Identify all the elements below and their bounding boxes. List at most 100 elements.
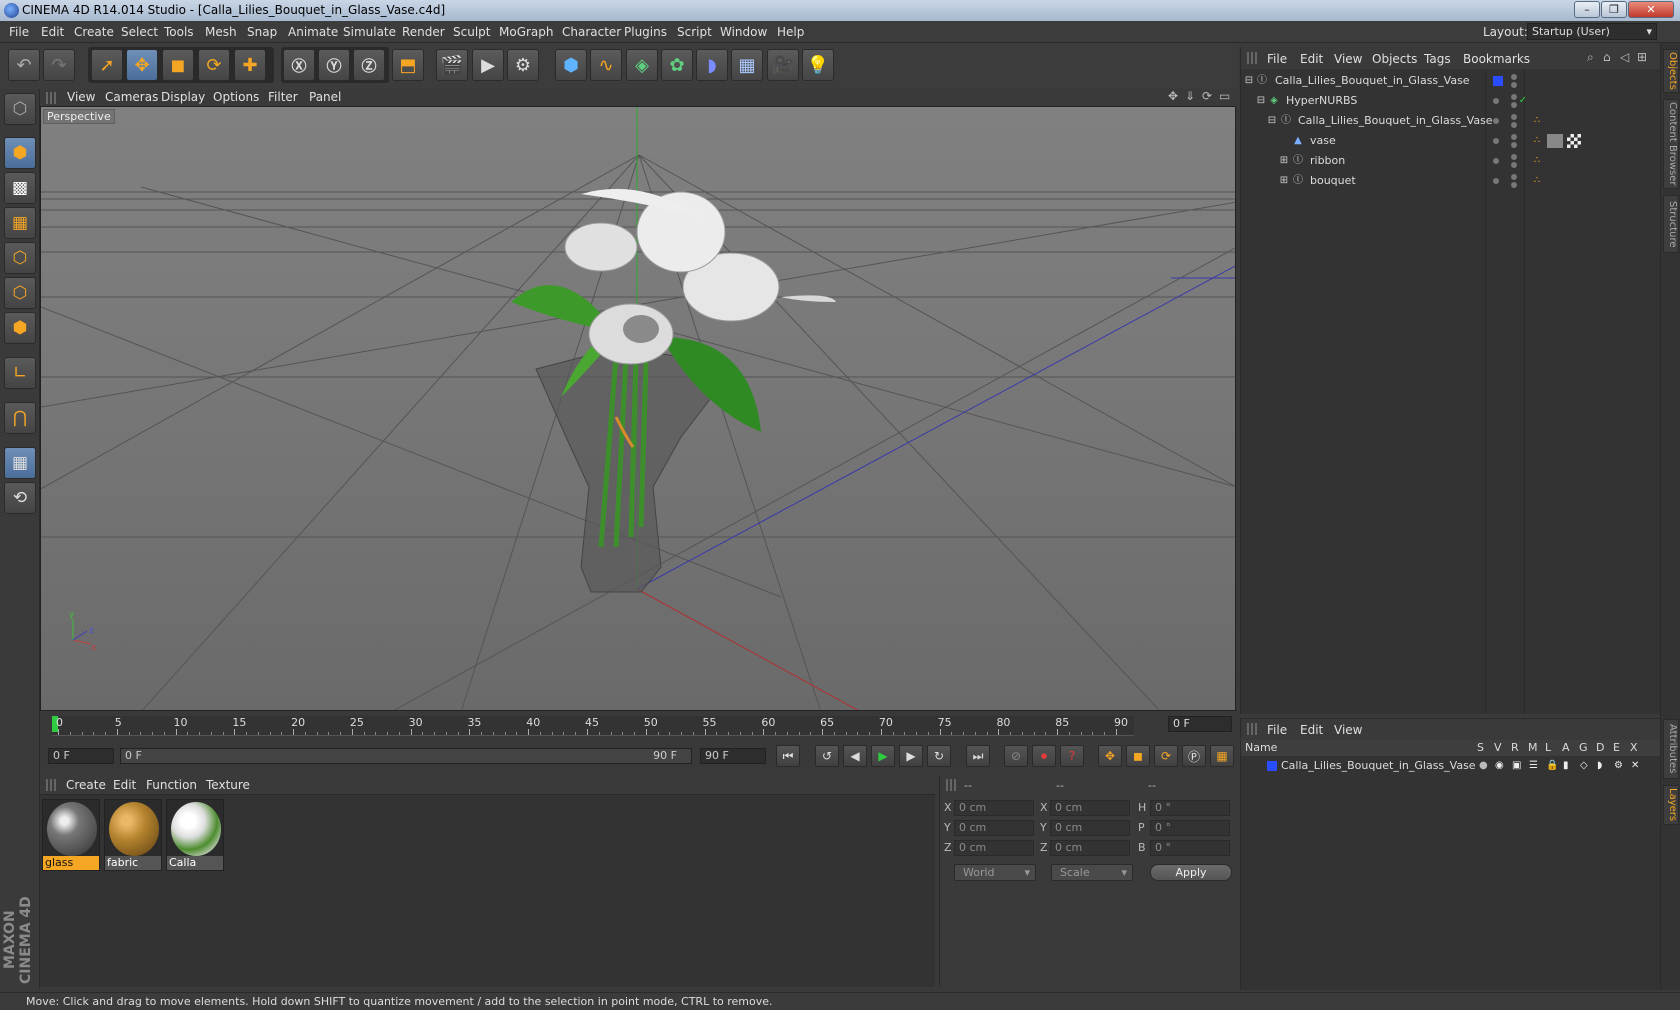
render-visibility-dot[interactable] (1511, 82, 1517, 88)
objects-menu-edit[interactable]: Edit (1300, 52, 1323, 66)
render-view-button[interactable]: 🎬 (436, 49, 468, 81)
viewport-menu-panel[interactable]: Panel (309, 90, 341, 104)
objects-menu-view[interactable]: View (1334, 52, 1362, 66)
editor-visibility-dot[interactable] (1511, 174, 1517, 180)
material-manager[interactable]: glass fabric Calla (40, 794, 935, 987)
polygons-mode-button[interactable]: ⬢ (4, 312, 36, 344)
render-picture-viewer-button[interactable]: ▶ (472, 49, 504, 81)
object-name[interactable]: ribbon (1310, 151, 1345, 171)
deformer-icon[interactable]: ◗ (1597, 756, 1602, 776)
texture-mode-button[interactable]: ▩ (4, 172, 36, 204)
menu-help[interactable]: Help (777, 25, 804, 39)
material-menu-function[interactable]: Function (146, 778, 197, 792)
workplane-mode-button[interactable]: ▦ (4, 207, 36, 239)
object-name[interactable]: Calla_Lilies_Bouquet_in_Glass_Vase (1275, 71, 1470, 91)
key-pla-button[interactable]: ▦ (1210, 745, 1234, 767)
redo-button[interactable]: ↷ (43, 49, 75, 81)
go-to-start-button[interactable]: ⏮ (776, 745, 800, 767)
material-menu-texture[interactable]: Texture (206, 778, 250, 792)
tab-objects[interactable]: Objects (1663, 49, 1679, 93)
layers-menu-file[interactable]: File (1267, 723, 1287, 737)
layout-select[interactable]: Startup (User) ▾ (1527, 23, 1657, 40)
editor-visibility-dot[interactable] (1511, 154, 1517, 160)
undo-button[interactable]: ↶ (8, 49, 40, 81)
search-icon[interactable]: ⌕ (1587, 50, 1594, 65)
expander-icon[interactable]: ⊟ (1266, 115, 1278, 127)
size-x-field[interactable]: 0 cm (1050, 800, 1130, 816)
objects-menu-objects[interactable]: Objects (1372, 52, 1417, 66)
apply-button[interactable]: Apply (1150, 864, 1232, 881)
viewport-menu-options[interactable]: Options (213, 90, 259, 104)
viewport-maximize-icon[interactable]: ▭ (1219, 89, 1230, 103)
viewport-menu-cameras[interactable]: Cameras (105, 90, 158, 104)
frame-range-slider[interactable]: 0 F 90 F (120, 748, 692, 764)
editor-visibility-dot[interactable] (1511, 134, 1517, 140)
layers-menu-edit[interactable]: Edit (1300, 723, 1323, 737)
texture-tag-icon[interactable] (1547, 134, 1563, 148)
axis-mode-button[interactable]: ∟ (4, 357, 36, 389)
layer-color-swatch[interactable] (1267, 761, 1277, 771)
pos-x-field[interactable]: 0 cm (954, 800, 1034, 816)
previous-frame-button[interactable]: ◀ (843, 745, 867, 767)
objects-menu-tags[interactable]: Tags (1424, 52, 1451, 66)
object-tree[interactable]: ⊟ ⓛ Calla_Lilies_Bouquet_in_Glass_Vase ⊟… (1240, 69, 1660, 714)
home-icon[interactable]: ⌂ (1603, 50, 1611, 64)
checker-material-tag-icon[interactable] (1567, 134, 1581, 148)
render-visibility-dot[interactable] (1511, 162, 1517, 168)
close-button[interactable]: ✕ (1628, 1, 1674, 18)
timeline-ruler[interactable]: 0 5 10 15 20 25 30 35 40 45 50 55 60 65 70 75 80 85 90 (52, 716, 1134, 736)
viewport-menu-filter[interactable]: Filter (268, 90, 298, 104)
floor-button[interactable]: ▦ (731, 49, 763, 81)
live-selection-button[interactable]: ➚ (91, 49, 123, 81)
light-button[interactable]: 💡 (802, 49, 834, 81)
tab-structure[interactable]: Structure (1663, 195, 1679, 253)
render-icon[interactable]: ▣ (1512, 756, 1521, 776)
size-y-field[interactable]: 0 cm (1050, 820, 1130, 836)
film-icon[interactable]: ▮ (1563, 756, 1569, 776)
move-tool-button[interactable]: ✥ (126, 49, 158, 81)
phong-tag-icon[interactable]: ∴ (1531, 175, 1543, 187)
editor-visibility-dot[interactable] (1511, 114, 1517, 120)
menu-render[interactable]: Render (402, 25, 445, 39)
key-parameter-button[interactable]: Ⓟ (1182, 745, 1206, 767)
object-row[interactable]: ▲ vase ∴ (1241, 131, 1661, 151)
menu-snap[interactable]: Snap (247, 25, 277, 39)
key-scale-button[interactable]: ◼ (1126, 745, 1150, 767)
go-to-end-button[interactable]: ⏭ (966, 745, 990, 767)
layer-name[interactable]: Calla_Lilies_Bouquet_in_Glass_Vase (1281, 756, 1476, 776)
viewport-rotate-icon[interactable]: ⟳ (1202, 89, 1212, 103)
autokeying-button[interactable]: ⏺ (1032, 745, 1056, 767)
layer-row[interactable]: Calla_Lilies_Bouquet_in_Glass_Vase ● ◉ ▣… (1241, 756, 1661, 776)
tab-layers[interactable]: Layers (1663, 785, 1679, 825)
edges-mode-button[interactable]: ⬡ (4, 277, 36, 309)
expander-icon[interactable]: ⊟ (1255, 95, 1267, 107)
collapse-icon[interactable]: ◁ (1620, 50, 1629, 64)
xref-icon[interactable]: ✕ (1631, 756, 1639, 776)
menu-file[interactable]: File (9, 25, 29, 39)
coordinate-system-button[interactable]: ⬒ (392, 49, 424, 81)
model-mode-button[interactable]: ⬢ (4, 137, 36, 169)
maximize-button[interactable]: ❐ (1601, 1, 1627, 18)
play-button[interactable]: ▶ (871, 745, 895, 767)
coordinate-mode-select[interactable]: World ▾ (954, 864, 1036, 881)
render-visibility-dot[interactable] (1511, 182, 1517, 188)
render-visibility-dot[interactable] (1511, 122, 1517, 128)
lock-workplane-button[interactable]: ▦ (4, 447, 36, 479)
viewport-move-icon[interactable]: ✥ (1168, 89, 1178, 103)
previous-key-button[interactable]: ↺ (815, 745, 839, 767)
menu-script[interactable]: Script (677, 25, 712, 39)
phong-tag-icon[interactable]: ∴ (1531, 135, 1543, 147)
rot-b-field[interactable]: 0 ° (1150, 840, 1230, 856)
scale-tool-button[interactable]: ◼ (162, 49, 194, 81)
pos-y-field[interactable]: 0 cm (954, 820, 1034, 836)
material-glass[interactable]: glass (42, 799, 100, 871)
tab-content-browser[interactable]: Content Browser (1663, 99, 1679, 189)
object-row[interactable]: ⊞ ⓛ bouquet ∴ (1241, 171, 1661, 191)
objects-menu-file[interactable]: File (1267, 52, 1287, 66)
x-axis-button[interactable]: Ⓧ (283, 49, 315, 81)
object-row[interactable]: ⊟ ◈ HyperNURBS ✓ (1241, 91, 1661, 111)
render-settings-button[interactable]: ⚙ (507, 49, 539, 81)
phong-tag-icon[interactable]: ∴ (1531, 155, 1543, 167)
enabled-check-icon[interactable]: ✓ (1517, 95, 1529, 107)
object-row[interactable]: ⊟ ⓛ Calla_Lilies_Bouquet_in_Glass_Vase (1241, 71, 1661, 91)
